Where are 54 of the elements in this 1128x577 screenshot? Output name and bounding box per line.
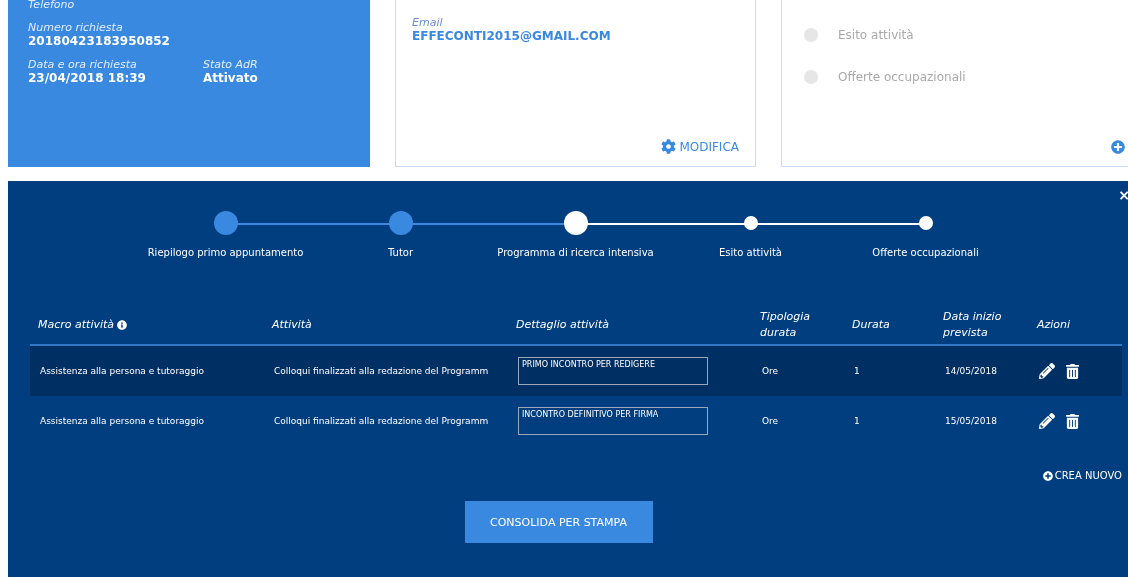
table-cell-text: 15/05/2018 xyxy=(945,416,998,426)
column-header: Attività xyxy=(272,316,313,333)
column-header: Durata xyxy=(852,316,891,333)
step-label[interactable]: Esito attività xyxy=(719,247,782,258)
table-cell-text: Assistenza alla persona e tutoraggio xyxy=(40,416,206,426)
field-value: 23/04/2018 18:39 xyxy=(28,71,147,85)
table-cell-text: 1 xyxy=(854,416,861,426)
detail-field[interactable]: PRIMO INCONTRO PER REDIGERE xyxy=(518,357,708,385)
detail-field[interactable]: INCONTRO DEFINITIVO PER FIRMA xyxy=(518,407,708,435)
edit-icon[interactable] xyxy=(1039,363,1055,379)
step-label[interactable]: Riepilogo primo appuntamento xyxy=(147,247,304,258)
email-value: EFFECONTI2015@GMAIL.COM xyxy=(412,29,612,43)
field-label: Stato AdR xyxy=(203,58,259,71)
table-cell-text: Ore xyxy=(762,366,780,376)
table-cell-text: Assistenza alla persona e tutoraggio xyxy=(40,366,206,376)
step-label: Esito attività xyxy=(838,28,914,42)
email-label: Email xyxy=(412,16,444,29)
column-header: Dettaglio attività xyxy=(516,316,610,333)
gear-icon xyxy=(661,139,677,154)
table-cell-text: 14/05/2018 xyxy=(945,366,998,376)
info-icon[interactable] xyxy=(117,320,128,330)
step-label[interactable]: Offerte occupazionali xyxy=(872,247,979,258)
add-icon xyxy=(1042,470,1053,481)
step-dot xyxy=(804,28,818,42)
step-circle[interactable] xyxy=(918,216,933,230)
close-button[interactable]: × xyxy=(1118,187,1128,203)
table-cell-text: Colloqui finalizzati alla redazione del Programm xyxy=(274,416,490,426)
delete-icon[interactable] xyxy=(1065,363,1080,379)
field-value: Attivato xyxy=(203,71,259,85)
step-circle[interactable] xyxy=(563,211,588,235)
consolidate-button[interactable]: CONSOLIDA PER STAMPA xyxy=(464,501,653,543)
column-header: Azioni xyxy=(1037,316,1072,333)
delete-icon[interactable] xyxy=(1065,413,1080,429)
column-header: Tipologia durata xyxy=(760,308,812,341)
field-value: 20180423183950852 xyxy=(28,34,171,48)
table-cell-text: Ore xyxy=(762,416,780,426)
edit-button[interactable]: MODIFICA xyxy=(661,139,739,154)
column-header: Data inizio prevista xyxy=(943,308,1003,341)
table-cell-text: 1 xyxy=(854,366,861,376)
step-label[interactable]: Programma di ricerca intensiva xyxy=(497,247,654,258)
add-icon[interactable] xyxy=(1111,140,1125,154)
field-label: Numero richiesta xyxy=(28,21,124,34)
step-label[interactable]: Tutor xyxy=(387,247,414,258)
edit-icon[interactable] xyxy=(1039,413,1055,429)
create-button[interactable]: CREA NUOVO xyxy=(1042,470,1122,481)
table-cell-text: Colloqui finalizzati alla redazione del Programm xyxy=(274,366,490,376)
phone-label: Telefono xyxy=(28,0,76,11)
table-row[interactable]: Assistenza alla persona e tutoraggio Colloqui finalizzati alla redazione del Programm INCONTRO DEFINITIVO PER FIRMA Ore 1 15/05/2018 xyxy=(30,396,1122,446)
column-header: Macro attività xyxy=(38,316,272,334)
step-circle[interactable] xyxy=(743,216,758,230)
field-label: Data e ora richiesta xyxy=(28,58,138,71)
step-label: Offerte occupazionali xyxy=(838,70,966,84)
table-row[interactable]: Assistenza alla persona e tutoraggio Colloqui finalizzati alla redazione del Programm PRIMO INCONTRO PER REDIGERE Ore 1 14/05/2018 xyxy=(30,346,1122,396)
step-dot xyxy=(804,70,818,84)
